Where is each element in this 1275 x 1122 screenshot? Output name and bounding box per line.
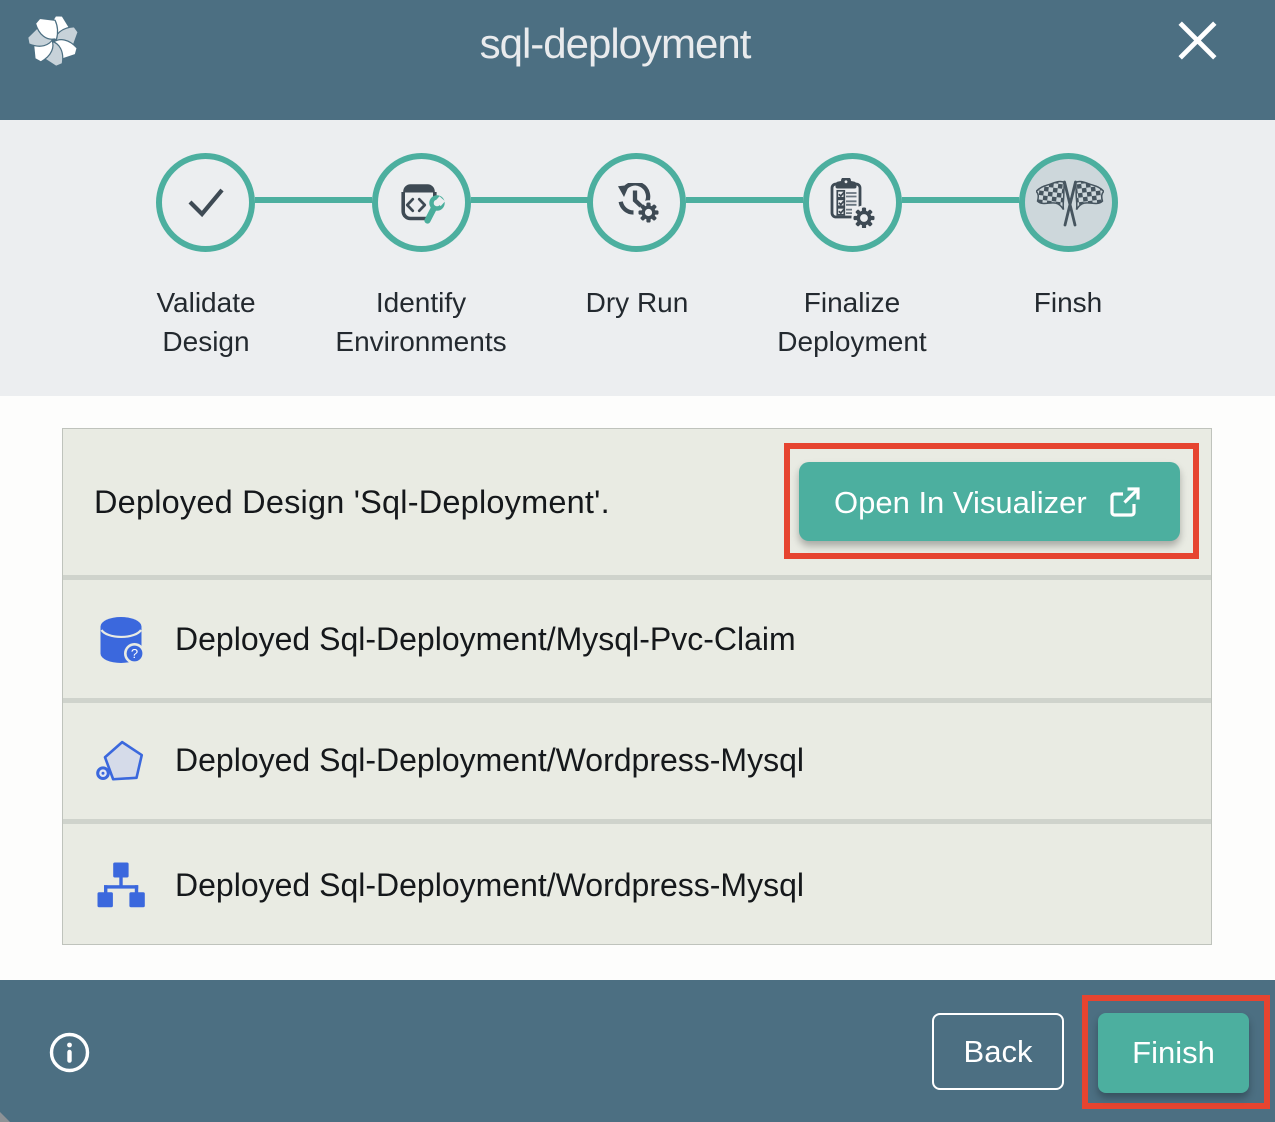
svg-text:?: ? [131,646,138,661]
